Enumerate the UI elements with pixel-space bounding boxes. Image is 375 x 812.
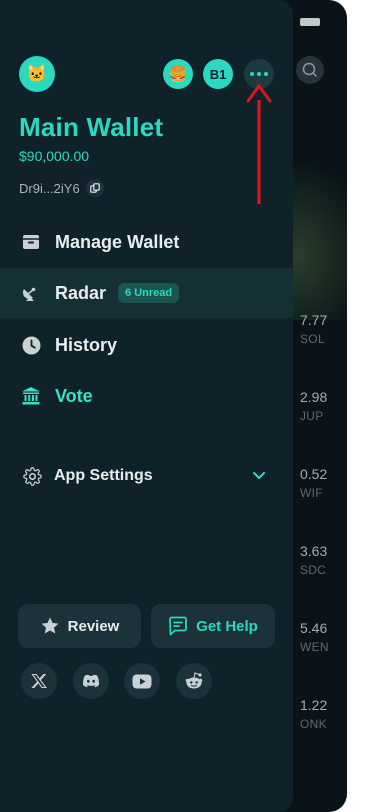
menu-history[interactable]: History bbox=[0, 320, 293, 370]
x-logo-icon[interactable] bbox=[21, 663, 57, 699]
chevron-down-icon[interactable] bbox=[251, 467, 267, 488]
chat-help-icon bbox=[168, 616, 188, 636]
more-dot bbox=[264, 72, 268, 76]
unread-badge: 6 Unread bbox=[118, 283, 180, 303]
menu-label: Vote bbox=[55, 385, 93, 406]
gear-icon bbox=[22, 466, 42, 486]
burger-emoji: 🍔 bbox=[168, 66, 188, 83]
token-amount: 1.22 bbox=[300, 697, 328, 713]
wallet-address: Dr9i...2iY6 bbox=[19, 179, 104, 197]
wallet-address-text: Dr9i...2iY6 bbox=[19, 180, 80, 196]
background-token-row: 0.52 WIF bbox=[300, 466, 340, 500]
clock-icon bbox=[21, 335, 41, 355]
token-amount: 2.98 bbox=[300, 389, 328, 405]
menu-radar[interactable]: Radar 6 Unread bbox=[0, 268, 293, 318]
token-symbol: WIF bbox=[300, 486, 323, 500]
menu-label: Radar bbox=[55, 282, 107, 303]
token-symbol: ONK bbox=[300, 717, 327, 731]
background-token-row: 1.22 ONK bbox=[300, 697, 340, 731]
bank-icon bbox=[21, 386, 41, 406]
wallet-name: Main Wallet bbox=[19, 112, 164, 142]
avatar-emoji: 🐱 bbox=[26, 64, 48, 83]
token-symbol: JUP bbox=[300, 409, 324, 423]
token-amount: 7.77 bbox=[300, 312, 328, 328]
background-token-row: 3.63 SDC bbox=[300, 543, 340, 577]
background-token-row: 2.98 JUP bbox=[300, 389, 340, 423]
globe-search-icon[interactable] bbox=[296, 56, 324, 84]
youtube-icon[interactable] bbox=[124, 663, 160, 699]
menu-label: Manage Wallet bbox=[55, 231, 180, 252]
wallet-avatar[interactable]: 🐱 bbox=[19, 56, 55, 92]
token-symbol: SDC bbox=[300, 563, 327, 577]
discord-icon[interactable] bbox=[73, 663, 109, 699]
menu-label: History bbox=[55, 334, 118, 355]
token-amount: 0.52 bbox=[300, 466, 328, 482]
reddit-icon[interactable] bbox=[176, 663, 212, 699]
menu-vote[interactable]: Vote bbox=[0, 371, 293, 421]
review-label: Review bbox=[67, 617, 120, 635]
battery-indicator bbox=[300, 18, 320, 26]
copy-icon[interactable] bbox=[85, 179, 104, 197]
token-symbol: WEN bbox=[300, 640, 329, 654]
satellite-dish-icon bbox=[21, 283, 41, 303]
b1-label: B1 bbox=[209, 66, 227, 82]
token-amount: 5.46 bbox=[300, 620, 328, 636]
b1-button[interactable]: B1 bbox=[203, 59, 233, 89]
star-icon bbox=[40, 616, 60, 636]
background-token-row: 7.77 SOL bbox=[300, 312, 340, 346]
background-token-row: 5.46 WEN bbox=[300, 620, 340, 654]
annotation-arrow bbox=[246, 84, 272, 204]
get-help-label: Get Help bbox=[196, 617, 258, 635]
token-symbol: SOL bbox=[300, 332, 325, 346]
menu-app-settings[interactable]: App Settings bbox=[0, 455, 293, 497]
more-dot bbox=[257, 72, 261, 76]
more-dots-icon bbox=[250, 72, 254, 76]
review-button[interactable]: Review bbox=[18, 604, 141, 648]
wallet-icon bbox=[21, 232, 41, 252]
burger-button[interactable]: 🍔 bbox=[163, 59, 193, 89]
get-help-button[interactable]: Get Help bbox=[151, 604, 275, 648]
menu-manage-wallet[interactable]: Manage Wallet bbox=[0, 217, 293, 267]
menu-label: App Settings bbox=[54, 467, 153, 484]
wallet-balance: $90,000.00 bbox=[19, 148, 90, 164]
token-amount: 3.63 bbox=[300, 543, 328, 559]
